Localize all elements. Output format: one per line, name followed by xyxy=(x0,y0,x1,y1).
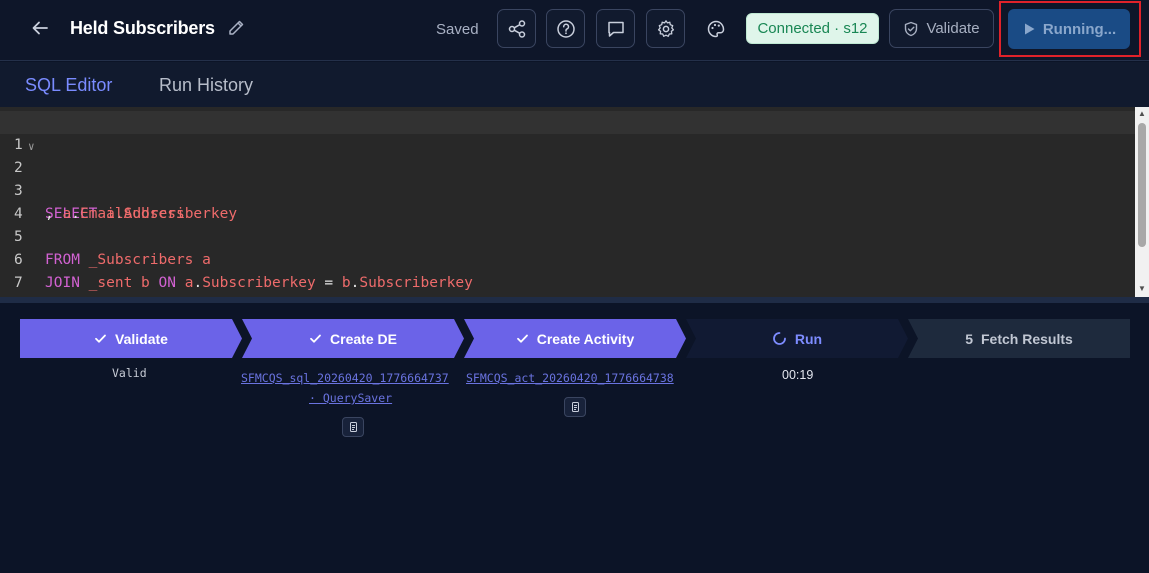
copy-icon xyxy=(571,402,579,412)
editor-scrollbar[interactable]: ▲ ▼ xyxy=(1135,107,1149,297)
comments-button[interactable] xyxy=(596,9,635,48)
scroll-down-arrow-icon[interactable]: ▼ xyxy=(1138,285,1146,293)
code-line: 7 xyxy=(0,249,1135,291)
code-line: 6 JOIN _sent b ON a.Subscriberkey = b.Su… xyxy=(0,226,1135,291)
sql-editor[interactable]: 1 2 ∨ SELECT a.Subscriberkey 3 , a.Email… xyxy=(0,107,1149,297)
validate-button[interactable]: Validate xyxy=(889,9,994,48)
step-label: Create DE xyxy=(330,330,397,347)
share-icon xyxy=(508,19,525,38)
gear-icon xyxy=(657,19,674,37)
check-icon xyxy=(95,334,106,343)
chat-bubble-icon xyxy=(607,21,624,37)
page-title: Held Subscribers xyxy=(70,18,215,38)
scroll-up-arrow-icon[interactable]: ▲ xyxy=(1138,110,1146,118)
run-button-label: Running... xyxy=(1042,20,1117,38)
pipeline-step-run: Run xyxy=(686,319,908,358)
code-line: 3 , a.EmailAddress xyxy=(0,157,1135,222)
saved-status: Saved xyxy=(436,21,479,38)
tab-sql-editor[interactable]: SQL Editor xyxy=(25,75,112,96)
connection-status-badge: Connected · s12 xyxy=(746,13,879,44)
check-icon xyxy=(516,334,528,343)
copy-de-name-button[interactable] xyxy=(342,417,364,437)
top-bar: Held Subscribers Saved Connected · s12 V… xyxy=(0,0,1149,61)
run-elapsed-time: 00:19 xyxy=(782,368,814,382)
step-label: Run xyxy=(794,330,823,347)
activity-link[interactable]: SFMCQS_act_20260420_1776664738 xyxy=(466,371,674,385)
validate-result: Valid xyxy=(112,366,147,380)
code-line: 8 WHERE a.Status = 'held' xyxy=(0,272,1135,295)
code-line: 5 FROM _Subscribers a xyxy=(0,203,1135,268)
pipeline-step-create-activity: Create Activity xyxy=(464,319,686,358)
shield-check-icon xyxy=(905,21,918,36)
fold-chevron-icon[interactable]: ∨ xyxy=(28,135,35,158)
arrow-left-icon xyxy=(32,21,48,35)
run-button[interactable]: Running... xyxy=(1008,9,1130,49)
settings-button[interactable] xyxy=(646,9,685,48)
question-circle-icon xyxy=(556,19,575,38)
back-button[interactable] xyxy=(26,14,54,42)
help-button[interactable] xyxy=(546,9,585,48)
pipeline-step-create-de: Create DE xyxy=(242,319,464,358)
edit-title-button[interactable] xyxy=(222,14,250,42)
code-line: 2 ∨ SELECT a.Subscriberkey xyxy=(0,134,1135,222)
code-line: 1 xyxy=(0,111,1135,153)
pencil-icon xyxy=(229,20,244,35)
tab-run-history[interactable]: Run History xyxy=(159,75,253,96)
pipeline-step-validate: Validate xyxy=(20,319,242,358)
step-label: Validate xyxy=(115,330,168,347)
copy-icon xyxy=(349,422,357,432)
step-label: Create Activity xyxy=(536,330,635,347)
check-icon xyxy=(310,334,321,343)
data-extension-folder-link[interactable]: · QuerySaver xyxy=(309,391,392,405)
data-extension-link[interactable]: SFMCQS_sql_20260420_1776664737 xyxy=(241,371,449,385)
play-icon xyxy=(1024,23,1035,35)
copy-activity-name-button[interactable] xyxy=(564,397,586,417)
scrollbar-thumb[interactable] xyxy=(1138,123,1146,247)
share-button[interactable] xyxy=(497,9,536,48)
run-button-highlight: Running... xyxy=(999,1,1141,57)
pipeline-step-fetch-results: 5 Fetch Results xyxy=(908,319,1130,358)
tab-bar: SQL Editor Run History xyxy=(0,62,1149,107)
validate-button-label: Validate xyxy=(926,20,980,37)
step-label: Fetch Results xyxy=(980,330,1073,347)
theme-button[interactable] xyxy=(700,9,732,48)
step-number: 5 xyxy=(965,330,973,347)
palette-icon xyxy=(707,20,725,37)
editor-resize-handle[interactable] xyxy=(0,297,1149,303)
code-line: 4 xyxy=(0,180,1135,222)
spinner-icon xyxy=(773,332,786,345)
